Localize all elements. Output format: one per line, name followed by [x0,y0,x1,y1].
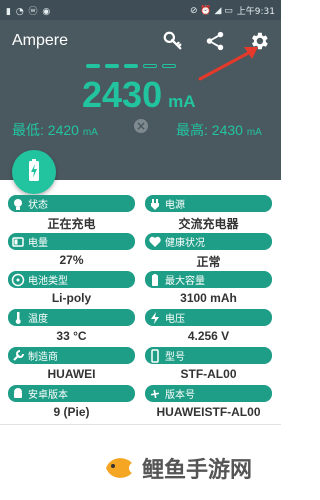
info-value: HUAWEISTF-AL00 [156,405,261,419]
info-label-pill: 型号 [145,347,272,364]
info-label-pill: 健康状况 [145,233,272,250]
info-value: Li-poly [51,291,92,305]
app-title: Ampere [12,32,69,49]
info-cell: 制造商 HUAWEI [8,347,135,381]
max-value: 2430 [211,122,243,138]
info-value: 交流充电器 [178,217,239,231]
info-cell: 电源交流充电器 [145,195,272,232]
info-value: 33 °C [56,329,87,343]
info-value: HUAWEI [47,367,96,381]
info-label: 健康状况 [165,238,205,249]
plug-icon [148,197,162,211]
info-label: 电量 [28,238,48,249]
level-segment [86,64,100,68]
wrench-icon [11,349,25,363]
info-cell: 电池类型 Li-poly [8,271,135,305]
bulb-icon [11,197,25,211]
status-right: ⊘ ⏰ ◢ ▭ 上午9:31 [190,4,275,18]
info-value: 9 (Pie) [53,405,90,419]
heart-icon [148,235,162,249]
battery-icon [11,235,25,249]
info-cell: 电压 4.256 V [145,309,272,343]
info-label-pill: 电源 [145,195,272,212]
info-cell: 型号 STF-AL00 [145,347,272,381]
level-segment [162,64,176,68]
info-label: 状态 [28,200,48,211]
info-cell: 最大容量 3100 mAh [145,271,272,305]
info-label-pill: 电量 [8,233,135,250]
info-label-pill: 温度 [8,309,135,326]
bolt-icon [148,311,162,325]
info-cell: 健康状况正常 [145,233,272,270]
info-label-pill: 安卓版本 [8,385,135,402]
info-label-pill: 电池类型 [8,271,135,288]
min-unit: mA [82,127,98,138]
annotation-arrow-icon [198,47,258,81]
battery-full-icon [148,273,162,287]
nav-divider [0,424,281,425]
current-value: 2430 [82,74,163,115]
current-readout: 2430 mA [82,74,196,116]
info-label: 安卓版本 [28,390,68,401]
max-readout: 最高: 2430 mA [176,120,262,140]
min-value: 2420 [47,122,79,138]
charging-fab-button[interactable] [12,150,56,194]
current-unit: mA [168,92,196,111]
info-label-pill: 最大容量 [145,271,272,288]
info-value: STF-AL00 [180,367,237,381]
info-label-pill: 电压 [145,309,272,326]
info-label: 版本号 [165,390,195,401]
thermometer-icon [11,311,25,325]
info-label: 型号 [165,352,185,363]
phone-icon [148,348,162,363]
android-icon [11,387,25,401]
info-label: 电源 [165,200,185,211]
info-label-pill: 制造商 [8,347,135,364]
fan-icon [148,387,162,401]
status-bar: ▮ ◔ ⓦ ◉ ⊘ ⏰ ◢ ▭ 上午9:31 [0,0,281,20]
info-label-pill: 版本号 [145,385,272,402]
info-label-pill: 状态 [8,195,135,212]
info-value: 4.256 V [187,329,230,343]
status-left-icons: ▮ ◔ ⓦ ◉ [6,7,52,17]
info-value: 3100 mAh [180,291,237,305]
info-value: 27% [59,253,84,267]
key-icon[interactable] [162,30,184,52]
watermark-text: 鲤鱼手游网 [142,458,253,483]
level-segment [105,64,119,68]
info-label: 电压 [165,314,185,325]
max-label: 最高: [176,122,212,138]
info-label: 制造商 [28,352,58,363]
cd-icon [11,273,25,287]
reset-close-icon[interactable]: × [134,119,148,133]
battery-charging-icon [29,159,39,181]
min-label: 最低: [12,122,48,138]
fish-logo-icon [106,458,132,478]
info-value: 正在充电 [47,217,96,231]
min-readout: 最低: 2420 mA [12,120,98,140]
level-segment [143,64,157,68]
info-cell: 电量 27% [8,233,135,267]
status-right-icons: ⊘ ⏰ ◢ ▭ [190,5,233,16]
level-segment [124,64,138,68]
max-unit: mA [246,127,262,138]
info-label: 电池类型 [28,276,68,287]
info-label: 最大容量 [165,276,205,287]
status-time: 上午9:31 [236,7,275,17]
watermark: 鲤鱼手游网 [102,452,252,484]
info-value: 正常 [196,255,221,269]
info-cell: 温度 33 °C [8,309,135,343]
current-level-indicator [86,64,176,68]
info-label: 温度 [28,314,48,325]
info-cell: 安卓版本 9 (Pie) [8,385,135,419]
info-cell: 状态正在充电 [8,195,135,232]
info-cell: 版本号 HUAWEISTF-AL00 [145,385,272,419]
